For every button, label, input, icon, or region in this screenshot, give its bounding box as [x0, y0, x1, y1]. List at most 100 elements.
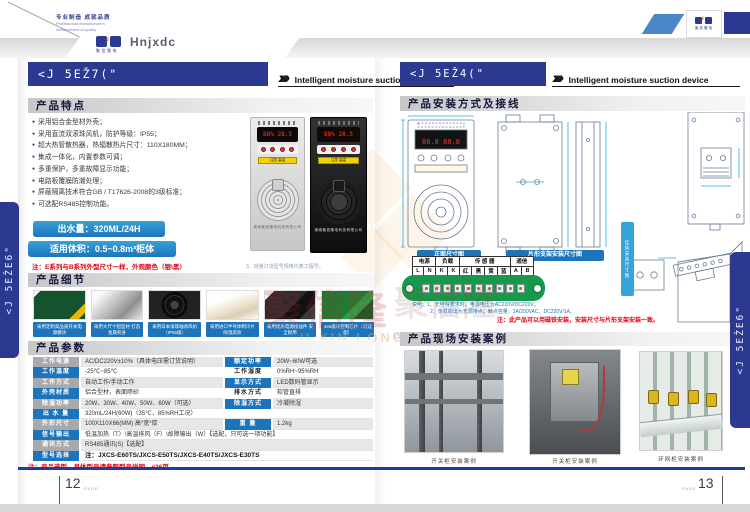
left-edge-tab-label: <J 5EŽE6"	[4, 245, 15, 314]
bullet-icon: ●	[32, 142, 35, 148]
bullet-icon: ●	[32, 178, 35, 184]
table-row: 除湿功率 20W、30W、40W、50W、60W（可选） 除湿方式 冷凝除湿	[33, 399, 373, 409]
table-row: 出 水 量 320mL/24H(60W)（35℃，85%RH工况）	[33, 409, 373, 419]
bullet-icon: ●	[32, 166, 35, 172]
detail-photo-485module	[321, 290, 374, 320]
param-value: 软管直排	[273, 388, 373, 398]
device-button	[270, 147, 275, 152]
param-value: 320mL/24H(60W)（35℃，85%RH工况）	[81, 409, 373, 419]
right-title-subtitle: ›››› Intelligent moisture suction device	[552, 63, 740, 87]
param-label: 外壳材质	[33, 388, 79, 398]
detail-caption: 485模块控制芯片（可选配）	[321, 322, 374, 337]
corner-parallelogram	[642, 14, 684, 34]
terminal-group: 负载	[436, 257, 459, 267]
param-value: 1.2kg	[273, 419, 373, 429]
page-number-right: 13	[698, 475, 714, 491]
param-value: 20W~60W可选	[273, 357, 373, 367]
param-value: AC/DC220V±10%（具体电压需订货说明）	[81, 357, 223, 367]
corner-logo-icon: ⚡	[695, 17, 713, 26]
param-value: -25℃~85℃	[81, 367, 223, 377]
left-edge-tab: <J 5EŽE6"	[0, 202, 19, 358]
features-list: ●采用铝合金型材外壳； ●采用直流双滚珠风机，防护等级：IP55； ●超大热管散…	[32, 117, 246, 211]
param-value: 铝合型材，表面喷砂	[81, 388, 223, 398]
section-details-heading: 产品细节	[28, 272, 373, 287]
detail-photo-peltier	[206, 290, 259, 320]
param-value: 100X110X66(MM) 高*宽*厚	[81, 419, 223, 429]
param-label: 重 量	[225, 419, 271, 429]
section-features-heading: 产品特点	[28, 97, 373, 113]
series-note: 注：E系列与B系列外型尺寸一样，外观颜色（银\黑）	[32, 261, 186, 271]
device-button	[321, 147, 326, 152]
fan-grille	[317, 180, 361, 224]
detail-item: 485模块控制芯片（可选配）	[321, 290, 374, 337]
chevrons-icon: ››››	[278, 71, 287, 85]
detail-photo-psu	[33, 290, 86, 320]
right-edge-tab: <J 5EŽE6"	[730, 252, 750, 428]
device-caption: 湖南聚信隆电科技有限公司	[251, 225, 304, 230]
detail-photo-connector	[264, 290, 317, 320]
product-photo-black: 88% 28.5 注意 高温 湖南聚信隆电科技有限公司	[310, 117, 367, 253]
brand-logo: ⚡ 聚信隆电 Hnjxdc	[96, 35, 176, 49]
case-photo-switchgear-2	[529, 349, 621, 455]
button-row	[257, 145, 298, 154]
tagline-en2: Achievement of quality	[56, 27, 148, 33]
caption-hook-view: 挂钩安装尺寸图	[621, 222, 634, 296]
led-display: 88% 28.5	[257, 127, 298, 142]
footer-divider	[59, 476, 60, 505]
wiring-notes: 说明：1、无特殊要求时，电源电压为AC220V/DC220V； 2、负载输出为无…	[412, 302, 575, 315]
brand-logo-icon: ⚡ 聚信隆电	[96, 36, 122, 49]
chevrons-icon: ››››	[552, 71, 561, 85]
detail-item: 采用优质电源接插件 安全耐用	[264, 290, 317, 337]
param-label: 工作温度	[33, 367, 79, 377]
footer-divider	[722, 476, 723, 505]
param-label: 型号选择	[33, 451, 79, 461]
detail-caption: 采用大尺寸铝型材 打造金属机身	[91, 322, 144, 337]
page-left-shadow	[18, 58, 28, 504]
detail-item: 采用日本滚珠轴承风机（IP55级）	[148, 290, 201, 337]
brand-cn-label: 聚信隆电	[96, 48, 118, 54]
order-note: 3、批量订货型号规格代表工程号。	[246, 263, 324, 270]
feature-item: 电路板覆膜防潮处理；	[38, 178, 106, 185]
param-value: 冷凝除湿	[273, 399, 373, 409]
param-value: LED数码管显示	[273, 378, 373, 388]
mount-hole	[405, 284, 414, 293]
detail-caption: 采用日本滚珠轴承风机（IP55级）	[148, 322, 201, 337]
param-value: RS485通讯(S)【选配】	[81, 440, 373, 450]
drawing-led-text: 88.8 88.8	[422, 138, 460, 146]
param-label: 工作电源	[33, 357, 79, 367]
param-label: 显示方式	[225, 378, 271, 388]
footer-rule	[18, 467, 745, 470]
feature-item: 采用铝合金型材外壳；	[38, 119, 106, 126]
terminal-group: 通信	[510, 257, 533, 267]
param-label: 除湿方式	[225, 399, 271, 409]
terminal-pins	[422, 284, 525, 293]
bullet-icon: ●	[32, 131, 35, 137]
page-number-left: 12	[65, 475, 81, 491]
case-caption: 开关柜安装案例	[404, 457, 504, 465]
product-photo-silver: 88% 28.5 注意 高温 湖南聚信隆电科技有限公司	[250, 117, 305, 251]
bullet-icon: ●	[32, 189, 35, 195]
detail-caption: 采用定制高品质开关电源模块	[33, 322, 86, 337]
table-row: 外壳材质 铝合型材，表面喷砂 排水方式 软管直排	[33, 388, 373, 398]
case-caption: 开关柜安装案例	[529, 457, 621, 465]
device-caption: 湖南聚信隆电科技有限公司	[311, 228, 366, 233]
feature-item: 采用直流双滚珠风机，防护等级：IP55；	[38, 131, 161, 138]
param-label: 除湿功率	[33, 399, 79, 409]
param-value: 0%RH~95%RH	[273, 367, 373, 377]
table-row: 通讯方式 RS485通讯(S)【选配】	[33, 440, 373, 450]
page-label-left: PAGE	[84, 486, 99, 491]
params-table: 工作电源 AC/DC220V±10%（具体电压需订货说明） 额定功率 20W~6…	[33, 357, 373, 461]
detail-photo-fan	[148, 290, 201, 320]
param-value: 自动工作/手动工作	[81, 378, 223, 388]
bullet-icon: ●	[32, 154, 35, 160]
param-label: 工作湿度	[225, 367, 271, 377]
terminal-group: 电源	[413, 257, 436, 267]
vent-strip	[318, 121, 359, 125]
detail-item: 采用定制高品质开关电源模块	[33, 290, 86, 337]
table-row: 工作电源 AC/DC220V±10%（具体电压需订货说明） 额定功率 20W~6…	[33, 357, 373, 367]
quality-tagline: 专业制造 成就品质 Professional manufacturers Ach…	[56, 15, 148, 33]
table-row: 型号选择 注：JXCS-E60TS/JXCS-E50TS/JXCS-E40TS/…	[33, 451, 373, 461]
page-label-right: PAGE	[682, 486, 697, 491]
table-row: 工作方式 自动工作/手动工作 显示方式 LED数码管显示	[33, 378, 373, 388]
lightning-icon: ⚡	[700, 15, 705, 23]
